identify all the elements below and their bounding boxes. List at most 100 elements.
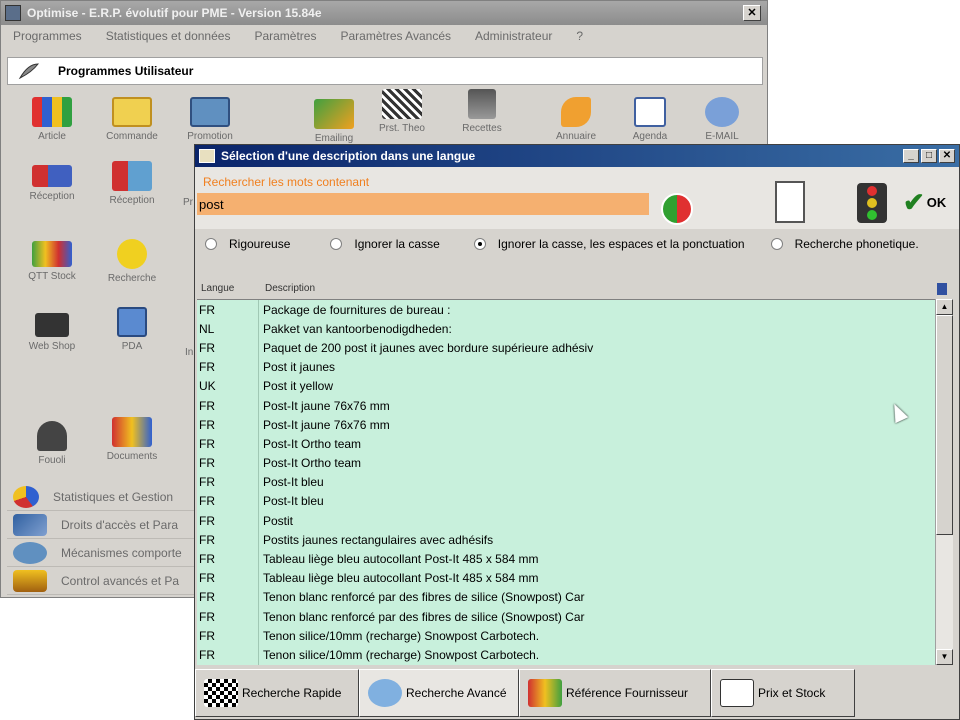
table-row[interactable]: FR Post-It bleu: [197, 472, 935, 492]
side-item-statistiques[interactable]: Statistiques et Gestion: [7, 483, 197, 511]
tab-recherche-rapide[interactable]: Recherche Rapide: [195, 669, 359, 717]
tab-prix-stock[interactable]: Prix et Stock: [711, 669, 855, 717]
table-row[interactable]: FR Post-It Ortho team: [197, 453, 935, 473]
trash-icon[interactable]: [937, 283, 947, 295]
traffic-light-button[interactable]: [857, 183, 887, 223]
launcher-reception-2[interactable]: Réception: [87, 161, 177, 206]
search-label: Rechercher les mots contenant: [203, 175, 370, 189]
row-lang: FR: [197, 645, 259, 665]
launcher-fouoli[interactable]: Fouoli: [7, 421, 97, 466]
launcher-commande[interactable]: Commande: [87, 97, 177, 142]
radio-rigoureuse[interactable]: Rigoureuse: [205, 237, 290, 251]
row-description: Package de fournitures de bureau :: [263, 302, 451, 317]
search-input[interactable]: [197, 193, 649, 215]
tab-reference-fournisseur[interactable]: Référence Fournisseur: [519, 669, 711, 717]
launcher-email[interactable]: E-MAIL: [677, 97, 767, 142]
scrollbar[interactable]: ▲ ▼: [935, 299, 953, 665]
table-row[interactable]: FR Post-It jaune 76x76 mm: [197, 415, 935, 435]
launcher-label: Réception: [29, 191, 75, 202]
menu-parametres[interactable]: Paramètres: [242, 29, 328, 43]
radio-button[interactable]: [205, 238, 217, 250]
launcher-qtt-stock[interactable]: QTT Stock: [7, 241, 97, 282]
side-item-control[interactable]: Control avancés et Pa: [7, 567, 197, 595]
launcher-recettes[interactable]: Recettes: [437, 89, 527, 134]
table-row[interactable]: FR Post-It jaune 76x76 mm: [197, 395, 935, 416]
tab-recherche-avance[interactable]: Recherche Avancé: [359, 669, 519, 717]
row-lang: FR: [197, 300, 259, 320]
launcher-article[interactable]: Article: [7, 97, 97, 142]
tab-label: Recherche Avancé: [406, 686, 507, 700]
row-description: Post it jaunes: [263, 360, 336, 375]
launcher-label: Recettes: [462, 123, 502, 134]
minimize-button[interactable]: _: [903, 149, 919, 163]
row-description: Paquet de 200 post it jaunes avec bordur…: [263, 340, 594, 355]
column-header-desc[interactable]: Description: [265, 283, 315, 294]
launcher-prst-theo[interactable]: Prst. Theo: [357, 89, 447, 134]
row-description: Tableau liège bleu autocollant Post-It 4…: [263, 571, 539, 586]
menu-parametres-avances[interactable]: Paramètres Avancés: [328, 29, 463, 43]
launcher-recherche[interactable]: Recherche: [87, 239, 177, 284]
row-description: Postit: [263, 513, 294, 528]
row-lang: FR: [197, 587, 259, 607]
launcher-pda[interactable]: PDA: [87, 307, 177, 352]
results-grid[interactable]: FR Package de fournitures de bureau : NL Pa…: [197, 299, 935, 665]
side-item-droits[interactable]: Droits d'accès et Para: [7, 511, 197, 539]
table-row[interactable]: FR Post it jaunes: [197, 357, 935, 377]
emailing-icon: [314, 99, 354, 129]
documents-icon: [112, 417, 152, 447]
tab-label: Référence Fournisseur: [566, 686, 689, 700]
maximize-button[interactable]: □: [921, 149, 937, 163]
radio-button[interactable]: [473, 238, 486, 250]
table-row[interactable]: FR Paquet de 200 post it jaunes avec bord…: [197, 338, 935, 358]
scrollbar-thumb[interactable]: [936, 315, 953, 535]
side-item-mecanismes[interactable]: Mécanismes comporte: [7, 539, 197, 567]
scroll-down-icon[interactable]: ▼: [936, 649, 953, 665]
radio-ignorer-casse[interactable]: Ignorer la casse: [330, 237, 440, 251]
radio-button[interactable]: [330, 238, 343, 250]
main-close-button[interactable]: ✕: [743, 5, 761, 21]
radio-ignorer-tout[interactable]: Ignorer la casse, les espaces et la ponc…: [473, 237, 745, 251]
tab-label: Recherche Rapide: [242, 686, 342, 700]
programs-header: Programmes Utilisateur: [7, 57, 763, 85]
table-row[interactable]: UK Post it yellow: [197, 376, 935, 396]
radio-button[interactable]: [770, 238, 783, 250]
print-button[interactable]: [775, 181, 805, 223]
table-row[interactable]: FR Tenon blanc renforcé par des fibres de…: [197, 587, 935, 607]
row-description: Post-It jaune 76x76 mm: [263, 398, 390, 413]
scroll-up-icon[interactable]: ▲: [936, 299, 953, 315]
close-button[interactable]: ✕: [939, 149, 955, 163]
table-row[interactable]: FR Post-It Ortho team: [197, 434, 935, 454]
radio-phonetique[interactable]: Recherche phonetique.: [770, 237, 919, 251]
launcher-documents[interactable]: Documents: [87, 417, 177, 462]
column-header-lang[interactable]: Langue: [201, 283, 234, 294]
row-description: Postits jaunes rectangulaires avec adhés…: [263, 532, 494, 547]
menu-help[interactable]: ?: [564, 29, 595, 43]
table-row[interactable]: FR Post-It bleu: [197, 491, 935, 512]
table-row[interactable]: FR Tenon silice/10mm (recharge) Snowpost …: [197, 626, 935, 646]
launcher-label: Article: [38, 131, 66, 142]
table-row[interactable]: FR Tableau liège bleu autocollant Post-It…: [197, 568, 935, 588]
table-row[interactable]: FR Postits jaunes rectangulaires avec adh…: [197, 530, 935, 550]
menu-statistiques[interactable]: Statistiques et données: [94, 29, 243, 43]
checkered-flag-icon: [204, 679, 238, 707]
table-row[interactable]: FR Postit: [197, 511, 935, 531]
reception-icon: [112, 161, 152, 191]
magnifier-icon: [368, 679, 402, 707]
refresh-button[interactable]: [661, 193, 693, 225]
launcher-reception-1[interactable]: Réception: [7, 165, 97, 202]
table-row[interactable]: FR Package de fournitures de bureau :: [197, 300, 935, 320]
launcher-promotion[interactable]: Promotion: [165, 97, 255, 142]
main-title: Optimise - E.R.P. évolutif pour PME - Ve…: [27, 6, 322, 20]
calendar-icon: [634, 97, 666, 127]
table-row[interactable]: NL Pakket van kantoorbenodigdheden:: [197, 319, 935, 339]
menu-programmes[interactable]: Programmes: [1, 29, 94, 43]
table-row[interactable]: FR Tenon blanc renforcé par des fibres de…: [197, 607, 935, 627]
table-row[interactable]: FR Tenon silice/10mm (recharge) Snowpost …: [197, 645, 935, 665]
launcher-label: Documents: [106, 451, 158, 462]
ok-button[interactable]: ✔ OK: [903, 187, 946, 217]
row-description: Pakket van kantoorbenodigdheden:: [263, 321, 452, 336]
table-row[interactable]: FR Tableau liège bleu autocollant Post-It…: [197, 549, 935, 569]
launcher-label: E-MAIL: [705, 131, 739, 142]
launcher-web-shop[interactable]: Web Shop: [7, 313, 97, 352]
menu-administrateur[interactable]: Administrateur: [463, 29, 564, 43]
